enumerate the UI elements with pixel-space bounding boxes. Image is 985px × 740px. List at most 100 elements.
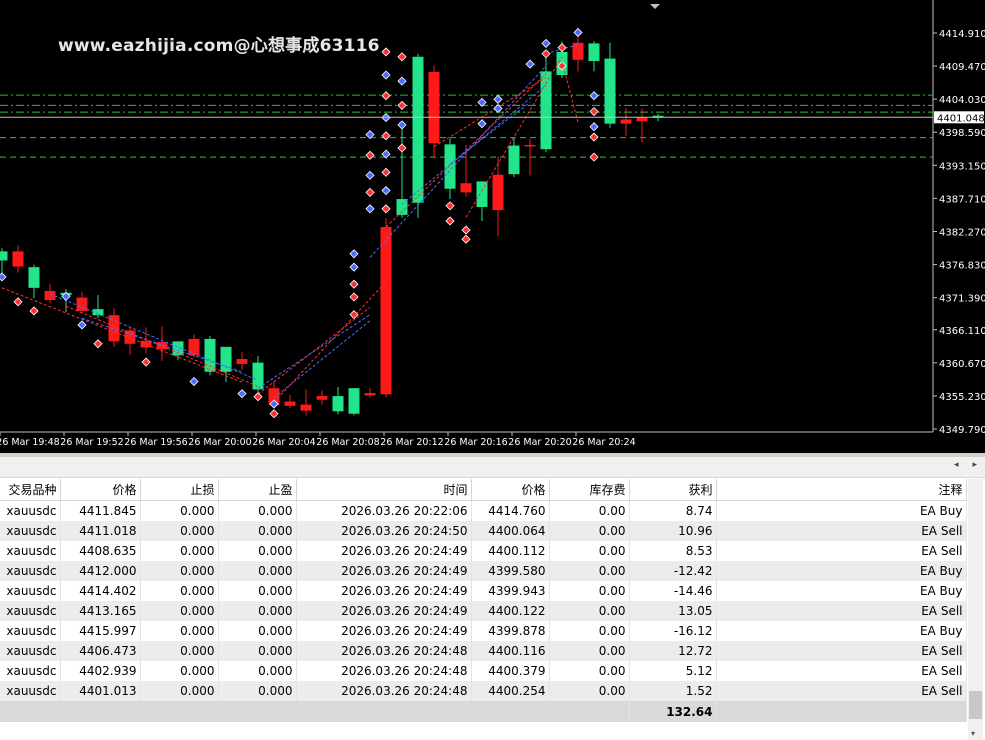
cell-symbol: xauusdc — [0, 601, 61, 621]
candlestick-chart-svg[interactable]: 4414.910 4409.470 4404.030 4398.590 4393.150… — [0, 0, 985, 453]
cell-profit: -14.46 — [629, 581, 717, 601]
cell-time: 2026.03.26 20:24:48 — [296, 681, 472, 701]
cell-current-price: 4414.760 — [471, 500, 550, 521]
trade-marker — [0, 272, 7, 282]
price-tick-label: 4355.230 — [939, 392, 985, 403]
table-row[interactable]: xauusdc 4411.845 0.000 0.000 2026.03.26 20:2… — [0, 500, 967, 521]
col-header-swap[interactable]: 库存费 — [549, 479, 630, 501]
vertical-scroll-bar[interactable]: ▾ — [968, 479, 983, 740]
bear-candle — [44, 290, 56, 301]
table-row[interactable]: xauusdc 4413.165 0.000 0.000 2026.03.26 20:2… — [0, 601, 967, 621]
cell-swap: 0.00 — [549, 581, 630, 601]
bear-candle — [636, 117, 648, 122]
bull-candle — [444, 144, 456, 189]
bear-candle — [524, 144, 536, 147]
table-row[interactable]: xauusdc 4401.013 0.000 0.000 2026.03.26 20:2… — [0, 681, 967, 701]
cell-take-profit: 0.000 — [218, 541, 297, 561]
scroll-down-icon[interactable]: ▾ — [971, 729, 975, 738]
bull-candle — [252, 362, 264, 390]
col-header-take-profit[interactable]: 止盈 — [218, 479, 297, 501]
cell-swap: 0.00 — [549, 500, 630, 521]
trade-marker — [541, 49, 551, 59]
col-header-comment[interactable]: 注释 — [716, 479, 967, 501]
cell-open-price: 4401.013 — [60, 681, 141, 701]
bear-candle — [364, 393, 376, 396]
cell-profit: 10.96 — [629, 521, 717, 541]
price-tick-label: 4404.030 — [939, 95, 985, 106]
trades-table: 交易品种 价格 止损 止盈 时间 价格 库存费 获利 注释 xauusdc 441… — [0, 479, 967, 722]
cell-swap: 0.00 — [549, 641, 630, 661]
cell-time: 2026.03.26 20:24:48 — [296, 661, 472, 681]
bear-candle — [572, 42, 584, 60]
trade-marker — [589, 132, 599, 142]
trade-marker — [93, 339, 103, 349]
cell-swap: 0.00 — [549, 621, 630, 641]
bear-candle — [140, 340, 152, 348]
cell-current-price: 4399.878 — [471, 621, 550, 641]
cell-current-price: 4400.254 — [471, 681, 550, 701]
cell-profit: 12.72 — [629, 641, 717, 661]
bear-candle — [492, 174, 504, 211]
cell-symbol: xauusdc — [0, 561, 61, 581]
cell-comment: EA Sell — [716, 521, 967, 541]
col-header-profit[interactable]: 获利 — [629, 479, 717, 501]
horizontal-scroll-bar[interactable]: ◂ ▸ — [0, 457, 985, 478]
cell-time: 2026.03.26 20:24:49 — [296, 541, 472, 561]
table-row[interactable]: xauusdc 4411.018 0.000 0.000 2026.03.26 20:2… — [0, 521, 967, 541]
cell-time: 2026.03.26 20:24:50 — [296, 521, 472, 541]
cell-stop-loss: 0.000 — [140, 661, 219, 681]
bull-candle — [476, 181, 488, 207]
price-tick-label: 4387.710 — [939, 194, 985, 205]
cell-open-price: 4413.165 — [60, 601, 141, 621]
trade-marker — [381, 131, 391, 141]
cell-profit: -12.42 — [629, 561, 717, 581]
scroll-right-icon[interactable]: ▸ — [972, 460, 977, 470]
col-header-open-price[interactable]: 价格 — [60, 479, 141, 501]
scroll-left-icon[interactable]: ◂ — [954, 460, 959, 470]
trade-marker — [589, 91, 599, 101]
time-tick-label: 26 Mar 20:12 — [380, 437, 443, 448]
trade-marker — [445, 201, 455, 211]
price-chart[interactable]: 4414.910 4409.470 4404.030 4398.590 4393.150… — [0, 0, 985, 453]
cell-open-price: 4412.000 — [60, 561, 141, 581]
trade-marker — [397, 100, 407, 110]
price-tick-label: 4376.830 — [939, 261, 985, 272]
bear-candle — [460, 183, 472, 193]
col-header-time[interactable]: 时间 — [296, 479, 472, 501]
cell-symbol: xauusdc — [0, 541, 61, 561]
trade-marker — [573, 27, 583, 38]
table-row[interactable]: xauusdc 4408.635 0.000 0.000 2026.03.26 20:2… — [0, 541, 967, 561]
cell-profit: 8.74 — [629, 500, 717, 521]
table-row[interactable]: xauusdc 4412.000 0.000 0.000 2026.03.26 20:2… — [0, 561, 967, 581]
table-row[interactable]: xauusdc 4402.939 0.000 0.000 2026.03.26 20:2… — [0, 661, 967, 681]
trade-marker — [381, 167, 391, 177]
trade-marker — [365, 204, 375, 214]
col-header-current-price[interactable]: 价格 — [471, 479, 550, 501]
cell-comment: EA Buy — [716, 561, 967, 581]
cell-comment: EA Sell — [716, 541, 967, 561]
table-row[interactable]: xauusdc 4415.997 0.000 0.000 2026.03.26 20:2… — [0, 621, 967, 641]
price-tick-label: 4360.670 — [939, 359, 985, 370]
cell-stop-loss: 0.000 — [140, 500, 219, 521]
cell-take-profit: 0.000 — [218, 521, 297, 541]
total-spacer — [0, 701, 630, 722]
total-profit: 132.64 — [629, 701, 717, 722]
col-header-symbol[interactable]: 交易品种 — [0, 479, 61, 501]
trade-marker — [397, 120, 407, 130]
time-tick-label: 26 Mar 20:04 — [252, 437, 315, 448]
cell-current-price: 4400.379 — [471, 661, 550, 681]
cell-swap: 0.00 — [549, 601, 630, 621]
bear-candle — [380, 227, 392, 395]
table-row[interactable]: xauusdc 4406.473 0.000 0.000 2026.03.26 20:2… — [0, 641, 967, 661]
col-header-stop-loss[interactable]: 止损 — [140, 479, 219, 501]
trade-marker — [365, 187, 375, 197]
price-tick-label: 4414.910 — [939, 29, 985, 40]
cell-current-price: 4400.122 — [471, 601, 550, 621]
trade-marker — [237, 389, 247, 399]
cell-time: 2026.03.26 20:24:49 — [296, 621, 472, 641]
cell-profit: 13.05 — [629, 601, 717, 621]
scroll-thumb[interactable] — [969, 691, 982, 719]
table-row[interactable]: xauusdc 4414.402 0.000 0.000 2026.03.26 20:2… — [0, 581, 967, 601]
bear-candle — [316, 396, 328, 400]
cell-stop-loss: 0.000 — [140, 521, 219, 541]
